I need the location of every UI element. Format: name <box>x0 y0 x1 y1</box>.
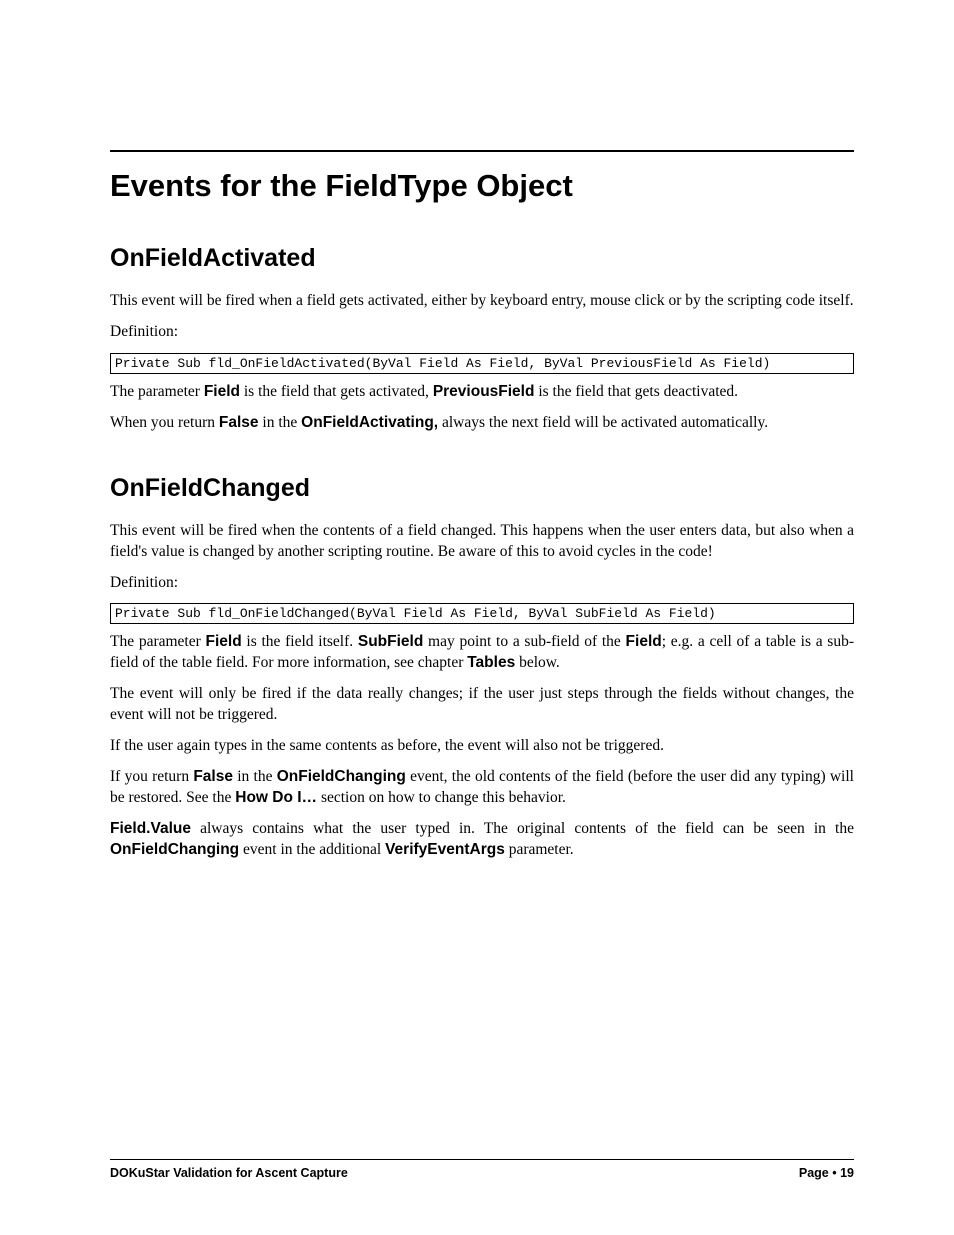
bold-verifyeventargs: VerifyEventArgs <box>385 841 505 858</box>
s2-paragraph-5: If you return False in the OnFieldChangi… <box>110 767 854 809</box>
s2-code-definition: Private Sub fld_OnFieldChanged(ByVal Fie… <box>110 603 854 624</box>
page-title: Events for the FieldType Object <box>110 168 854 204</box>
footer-right: Page • 19 <box>799 1166 854 1180</box>
footer-page-label: Page <box>799 1166 829 1180</box>
text: The parameter <box>110 633 206 650</box>
s1-code-definition: Private Sub fld_OnFieldActivated(ByVal F… <box>110 353 854 374</box>
s1-definition-label: Definition: <box>110 322 854 343</box>
text: section on how to change this behavior. <box>317 789 566 806</box>
bold-false: False <box>219 414 259 431</box>
footer-page-number: 19 <box>840 1166 854 1180</box>
bold-field: Field <box>204 383 240 400</box>
s2-paragraph-4: If the user again types in the same cont… <box>110 736 854 757</box>
text: If you return <box>110 768 193 785</box>
text: is the field that gets activated, <box>240 383 433 400</box>
text: always contains what the user typed in. … <box>191 820 854 837</box>
footer-left: DOKuStar Validation for Ascent Capture <box>110 1166 348 1180</box>
text: below. <box>515 654 560 671</box>
text: in the <box>233 768 277 785</box>
bold-subfield: SubField <box>358 633 423 650</box>
s2-paragraph-3: The event will only be fired if the data… <box>110 684 854 726</box>
bold-onfieldchanging-2: OnFieldChanging <box>110 841 239 858</box>
bold-tables: Tables <box>467 654 515 671</box>
s1-paragraph-2: The parameter Field is the field that ge… <box>110 382 854 403</box>
text: event in the additional <box>239 841 385 858</box>
heading-onfieldactivated: OnFieldActivated <box>110 244 854 273</box>
text: The parameter <box>110 383 204 400</box>
heading-onfieldchanged: OnFieldChanged <box>110 474 854 503</box>
s2-paragraph-2: The parameter Field is the field itself.… <box>110 632 854 674</box>
page-footer: DOKuStar Validation for Ascent Capture P… <box>110 1159 854 1180</box>
bullet-icon: • <box>832 1166 840 1180</box>
s1-paragraph-3: When you return False in the OnFieldActi… <box>110 413 854 434</box>
text: is the field itself. <box>242 633 358 650</box>
text: parameter. <box>505 841 574 858</box>
bold-fieldvalue: Field.Value <box>110 820 191 837</box>
bold-field: Field <box>206 633 242 650</box>
bold-onfieldactivating: OnFieldActivating, <box>301 414 438 431</box>
s2-paragraph-6: Field.Value always contains what the use… <box>110 819 854 861</box>
page-content: Events for the FieldType Object OnFieldA… <box>0 0 954 1235</box>
text: may point to a sub-field of the <box>423 633 625 650</box>
bold-onfieldchanging: OnFieldChanging <box>277 768 406 785</box>
text: is the field that gets deactivated. <box>534 383 738 400</box>
s2-paragraph-1: This event will be fired when the conten… <box>110 521 854 563</box>
s2-definition-label: Definition: <box>110 573 854 594</box>
bold-false: False <box>193 768 233 785</box>
text: always the next field will be activated … <box>438 414 768 431</box>
bold-howdoi: How Do I… <box>235 789 317 806</box>
text: When you return <box>110 414 219 431</box>
top-rule <box>110 150 854 152</box>
bold-field-2: Field <box>626 633 662 650</box>
bold-previousfield: PreviousField <box>433 383 535 400</box>
s1-paragraph-1: This event will be fired when a field ge… <box>110 291 854 312</box>
text: in the <box>259 414 302 431</box>
